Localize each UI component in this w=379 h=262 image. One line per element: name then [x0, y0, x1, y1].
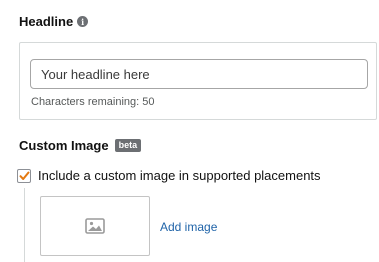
include-custom-image-label: Include a custom image in supported plac… — [38, 168, 321, 183]
info-icon[interactable]: i — [77, 16, 89, 27]
checkmark-icon — [19, 171, 29, 180]
headline-panel: Characters remaining: 50 — [19, 42, 377, 120]
characters-remaining-text: Characters remaining: 50 — [31, 96, 155, 108]
indent-divider — [24, 188, 25, 262]
beta-badge: beta — [114, 139, 142, 152]
image-icon — [85, 218, 105, 234]
add-image-link[interactable]: Add image — [160, 220, 217, 234]
custom-image-section-title: Custom Image beta — [19, 138, 142, 153]
headline-input[interactable] — [30, 59, 368, 89]
custom-image-heading: Custom Image — [19, 138, 109, 153]
include-custom-image-checkbox[interactable] — [17, 168, 31, 183]
include-custom-image-option[interactable]: Include a custom image in supported plac… — [17, 168, 321, 183]
headline-section-title: Headline i — [19, 14, 89, 29]
headline-label: Headline — [19, 14, 74, 29]
image-upload-placeholder[interactable] — [40, 196, 150, 256]
